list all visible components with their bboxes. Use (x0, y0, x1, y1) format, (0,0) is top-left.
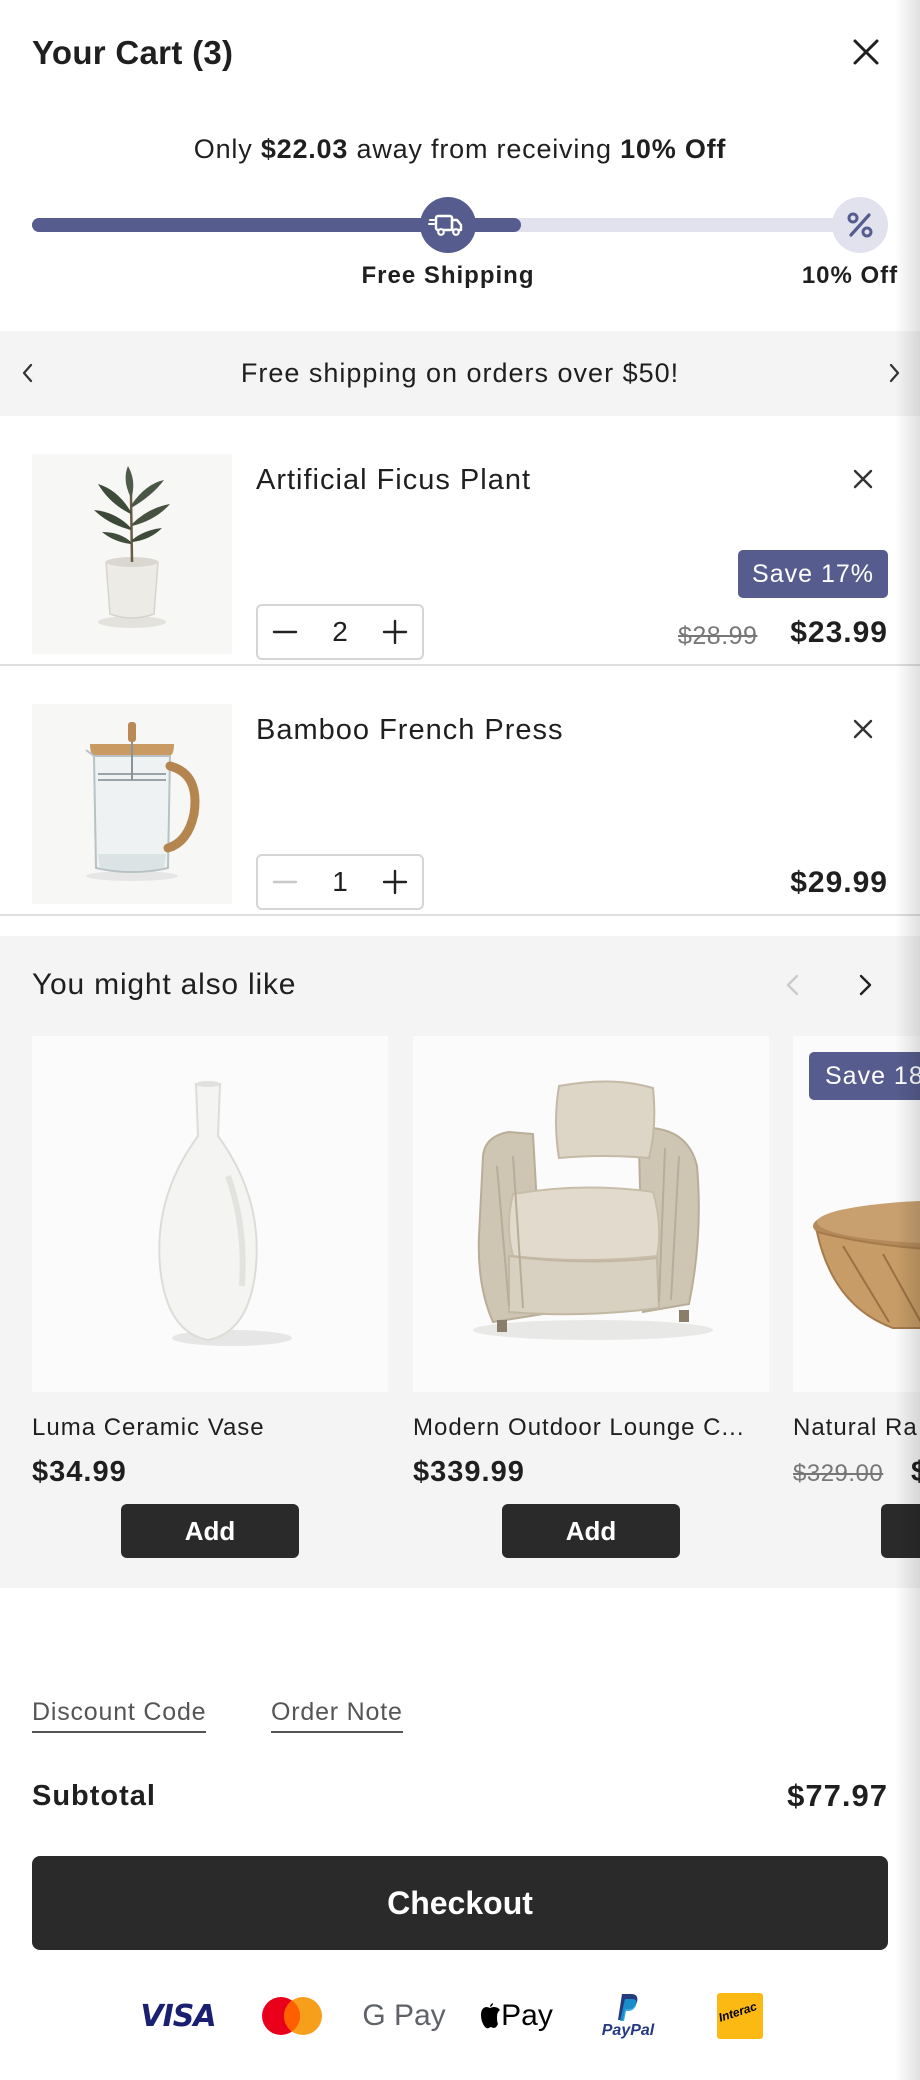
cart-drawer: Your Cart (3) Only $22.03 away from rece… (0, 0, 920, 2080)
quantity-stepper: 2 (256, 604, 424, 660)
minus-icon (272, 630, 298, 634)
cart-header: Your Cart (3) (32, 30, 888, 74)
vase-image (158, 1081, 292, 1346)
upsell-prev-button[interactable] (776, 968, 810, 1002)
announcement-text: Free shipping on orders over $50! (240, 358, 680, 388)
progress-message-middle: away from receiving (348, 134, 621, 164)
subtotal-label: Subtotal (32, 1780, 156, 1812)
mastercard-icon (256, 1990, 328, 2042)
recommendation-image[interactable]: Save 18 (793, 1036, 920, 1392)
increase-quantity-button[interactable] (368, 606, 422, 658)
add-to-cart-button[interactable]: Add (121, 1504, 299, 1558)
progress-message-prefix: Only (193, 134, 261, 164)
announcement-bar: Free shipping on orders over $50! (0, 331, 920, 416)
quantity-value[interactable]: 2 (312, 606, 368, 658)
visa-icon: VISA (140, 1998, 216, 2034)
progress-message: Only $22.03 away from receiving 10% Off (0, 134, 920, 165)
plant-image (94, 466, 170, 628)
apple-pay-label: Pay (501, 1999, 553, 2032)
cart-item: Artificial Ficus Plant 2 Save 17% $28.99… (0, 416, 920, 666)
paypal-label: PayPal (601, 2022, 655, 2039)
discount-code-link[interactable]: Discount Code (32, 1698, 207, 1733)
truck-icon (428, 214, 463, 236)
save-badge: Save 17% (738, 550, 888, 598)
checkout-button[interactable]: Checkout (32, 1856, 888, 1950)
progress-reward: 10% Off (620, 134, 727, 164)
product-image-ficus[interactable] (32, 454, 232, 654)
recommendation-price: $339.99 (413, 1456, 525, 1488)
cart-item: Bamboo French Press 1 $29.99 (0, 666, 920, 916)
order-note-link[interactable]: Order Note (271, 1698, 403, 1733)
recommendation-price: $34.99 (32, 1456, 127, 1488)
upsell-section: You might also like Luma Ceramic Vase $3 (0, 936, 920, 1588)
add-to-cart-button[interactable]: Add (502, 1504, 680, 1558)
upsell-title: You might also like (32, 968, 297, 1001)
interac-label: Interac (717, 1999, 759, 2025)
french-press-image (85, 722, 200, 881)
remove-item-button[interactable] (848, 714, 878, 744)
recommendation-compare-price: $329.00 (793, 1460, 884, 1487)
compare-price: $28.99 (678, 622, 758, 650)
discount-label: 10% Off (801, 262, 899, 289)
chevron-right-icon (889, 363, 900, 383)
free-shipping-label: Free Shipping (361, 262, 535, 289)
quantity-stepper: 1 (256, 854, 424, 910)
announcement-next-button[interactable] (880, 359, 908, 387)
recommendation-name[interactable]: Natural Ra (793, 1414, 920, 1442)
progress-amount-away: $22.03 (260, 134, 349, 164)
increase-quantity-button[interactable] (368, 856, 422, 908)
plus-icon (382, 869, 408, 895)
recommendation-image[interactable] (32, 1036, 388, 1392)
save-badge: Save 18 (809, 1052, 920, 1100)
remove-item-button[interactable] (848, 464, 878, 494)
item-price: $29.99 (790, 866, 888, 899)
subtotal-value: $77.97 (787, 1778, 888, 1813)
paypal-icon: PayPal (596, 1990, 660, 2042)
google-pay-icon: G Pay (362, 1999, 446, 2032)
payment-methods: VISA G Pay Pay PayPal Interac (0, 1990, 920, 2042)
percent-icon (847, 212, 873, 238)
apple-pay-icon: Pay (476, 1990, 556, 2042)
add-to-cart-button[interactable] (881, 1504, 920, 1558)
cart-item-name[interactable]: Bamboo French Press (256, 714, 564, 747)
plus-icon (382, 619, 408, 645)
recommendation-card: Luma Ceramic Vase $34.99 Add (32, 1036, 388, 1558)
free-shipping-milestone (420, 197, 476, 253)
close-cart-button[interactable] (844, 30, 888, 74)
recommendation-card: Modern Outdoor Lounge C... $339.99 Add (413, 1036, 769, 1558)
lounge-chair-image (473, 1080, 713, 1340)
minus-icon (272, 880, 298, 884)
discount-milestone (832, 197, 888, 253)
cart-item-name[interactable]: Artificial Ficus Plant (256, 464, 531, 497)
upsell-next-button[interactable] (848, 968, 882, 1002)
recommendation-image[interactable] (413, 1036, 769, 1392)
cart-title: Your Cart (3) (32, 34, 234, 71)
close-icon (853, 469, 873, 489)
recommendation-name[interactable]: Luma Ceramic Vase (32, 1414, 388, 1442)
item-price: $23.99 (790, 616, 888, 649)
close-icon (853, 39, 879, 65)
chevron-left-icon (786, 974, 799, 996)
interac-icon: Interac (716, 1990, 764, 2042)
chevron-right-icon (859, 974, 872, 996)
quantity-value[interactable]: 1 (312, 856, 368, 908)
recommendation-price: $ (911, 1456, 920, 1489)
recommendation-name[interactable]: Modern Outdoor Lounge C... (413, 1414, 769, 1442)
recommendation-card: Save 18 Natural Ra $329.00 $ (793, 1036, 920, 1558)
decrease-quantity-button[interactable] (258, 856, 312, 908)
product-image-french-press[interactable] (32, 704, 232, 904)
decrease-quantity-button[interactable] (258, 606, 312, 658)
apple-logo-icon (481, 2003, 501, 2029)
close-icon (853, 719, 873, 739)
